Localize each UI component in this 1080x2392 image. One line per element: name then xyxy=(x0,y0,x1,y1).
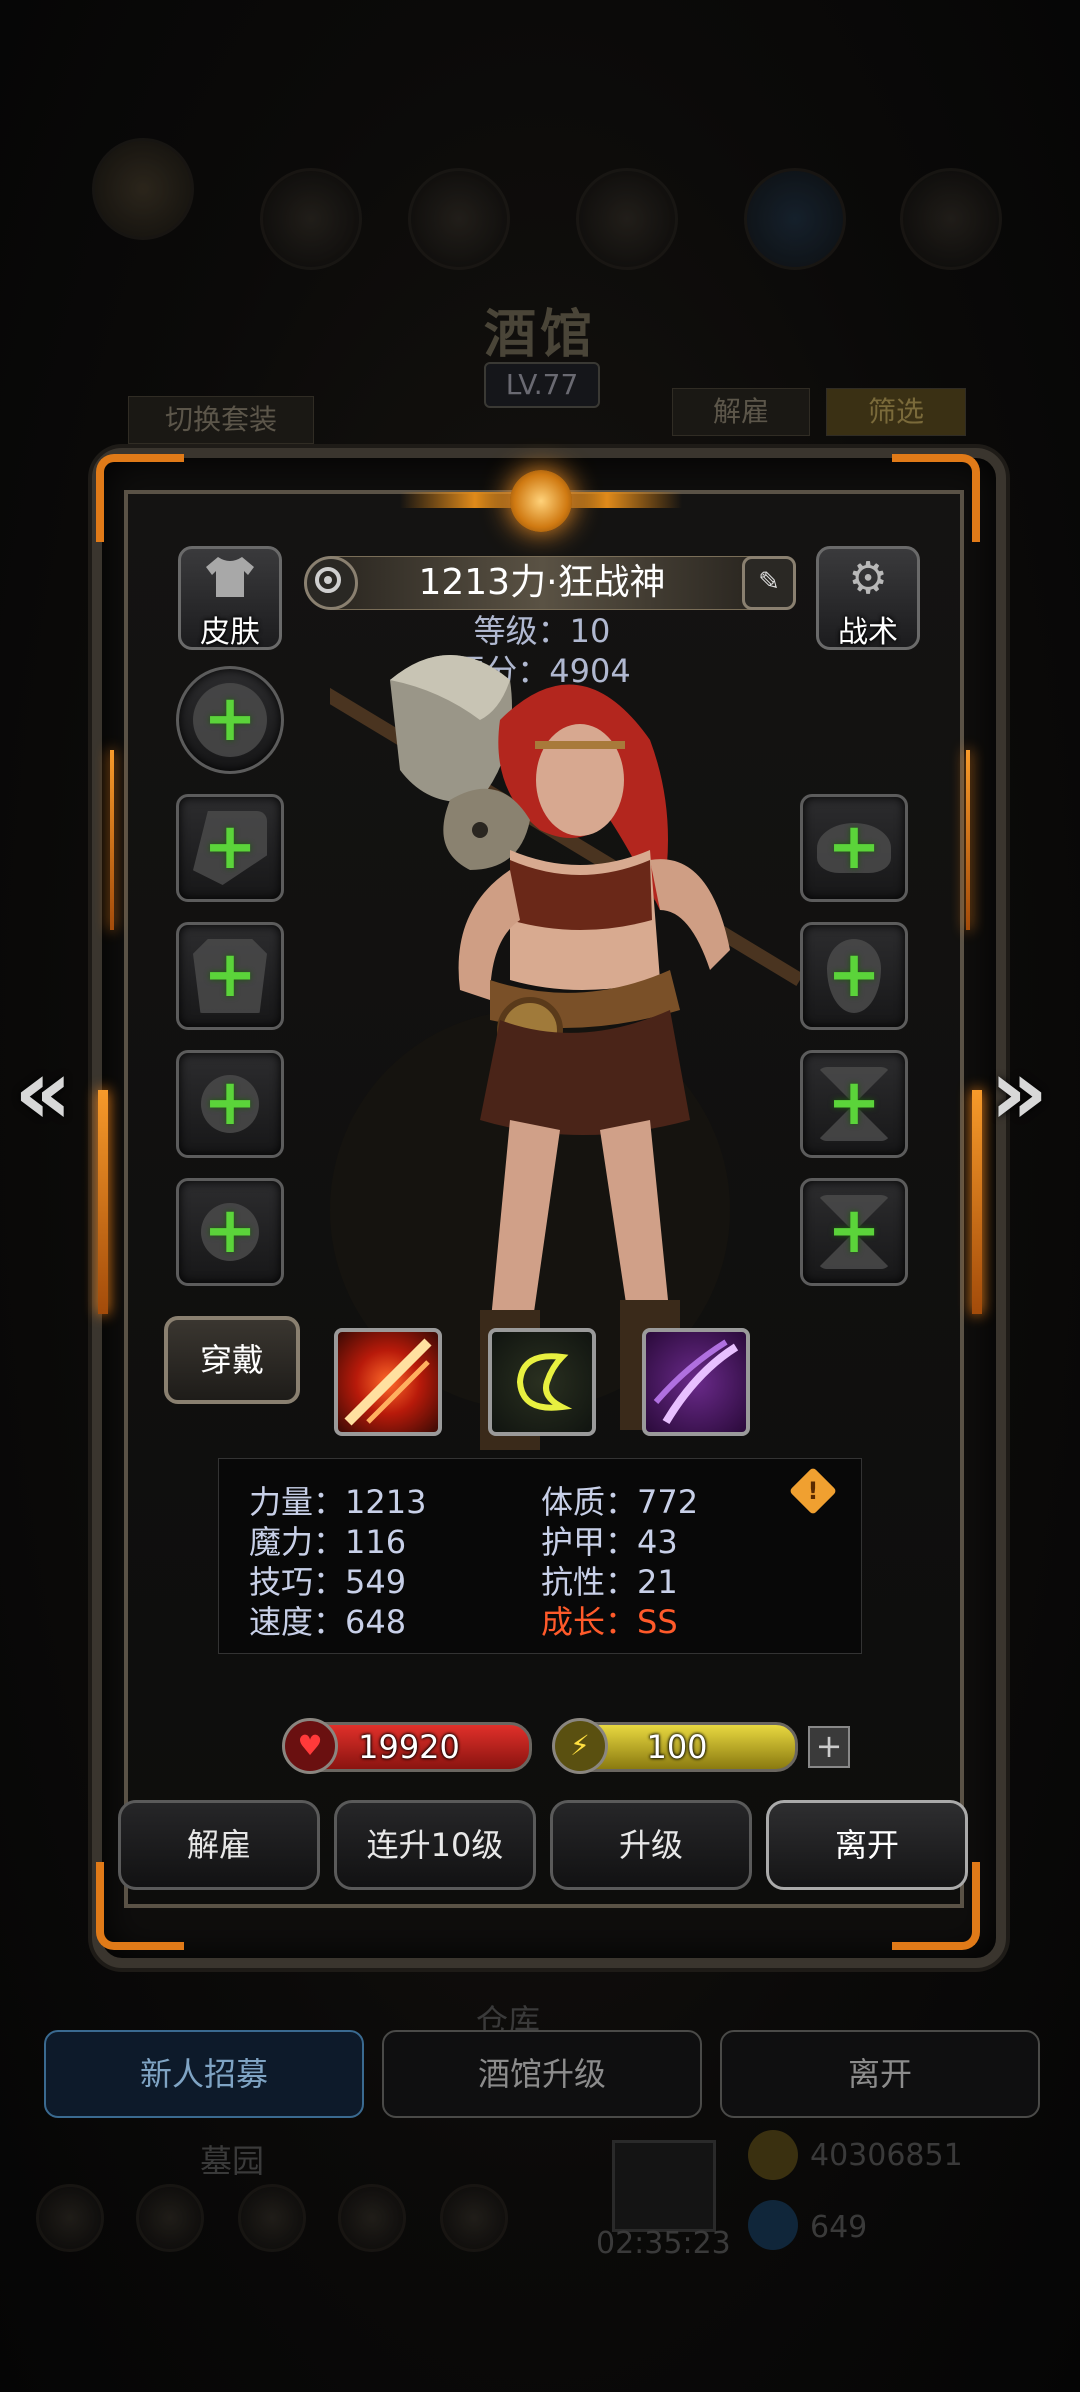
bg-timer-2: 02:35:23 xyxy=(596,2226,731,2261)
bg-hero-portrait xyxy=(92,138,194,240)
tab-leave[interactable]: 离开 xyxy=(720,2030,1040,2118)
level-up-10-button[interactable]: 连升10级 xyxy=(334,1800,536,1890)
heart-icon: ♥ xyxy=(282,1718,338,1774)
switch-outfit-button: 切换套装 xyxy=(128,396,314,444)
add-plus-icon: + xyxy=(203,1066,257,1140)
skin-label: 皮肤 xyxy=(200,615,260,650)
gold-amount: 40306851 xyxy=(810,2138,963,2173)
tavern-title: 酒馆 xyxy=(483,304,596,365)
slot-gem-2[interactable]: + xyxy=(800,1178,908,1286)
skill-whirl-icon[interactable] xyxy=(488,1328,596,1436)
skin-button[interactable]: 皮肤 xyxy=(178,546,282,650)
warning-icon: ! xyxy=(807,1477,819,1505)
frame-glow xyxy=(98,1090,108,1314)
bg-hero-portrait xyxy=(260,168,362,270)
gold-coin-icon xyxy=(748,2130,798,2180)
menu-icon xyxy=(136,2184,204,2252)
attr-speed: 速度：648 xyxy=(249,1603,407,1641)
attribute-panel: 力量：1213 体质：772 魔力：116 护甲：43 技巧：549 抗性：21… xyxy=(218,1458,862,1654)
skill-slash-icon[interactable] xyxy=(334,1328,442,1436)
gear-icon: ⚙ xyxy=(848,553,888,604)
tactics-button[interactable]: ⚙ 战术 xyxy=(816,546,920,650)
equip-button[interactable]: 穿戴 xyxy=(164,1316,300,1404)
tactics-label: 战术 xyxy=(838,615,898,650)
slot-armor[interactable]: + xyxy=(176,922,284,1030)
frame-glow xyxy=(110,750,114,930)
attr-growth: 成长：SS xyxy=(541,1603,678,1641)
bg-hero-portrait xyxy=(900,168,1002,270)
gift-icon xyxy=(612,2140,716,2232)
menu-icon xyxy=(440,2184,508,2252)
leave-button[interactable]: 离开 xyxy=(766,1800,968,1890)
slot-ring-2[interactable]: + xyxy=(176,1178,284,1286)
add-plus-icon: + xyxy=(827,810,881,884)
upgrade-button[interactable]: 升级 xyxy=(550,1800,752,1890)
add-plus-icon: + xyxy=(203,682,257,756)
hero-name: 1213力·狂战神 xyxy=(330,556,754,610)
slot-ring-1[interactable]: + xyxy=(176,1050,284,1158)
bolt-icon: ⚡ xyxy=(552,1718,608,1774)
slot-helmet[interactable]: + xyxy=(800,794,908,902)
gem-icon xyxy=(748,2200,798,2250)
add-plus-icon: + xyxy=(827,1066,881,1140)
add-plus-icon: + xyxy=(203,938,257,1012)
skill-claw-icon[interactable] xyxy=(642,1328,750,1436)
next-hero-arrow-icon[interactable]: » xyxy=(990,1040,1048,1145)
bg-hero-portrait xyxy=(744,168,846,270)
skin-shirt-icon xyxy=(181,553,279,612)
emblem-icon xyxy=(510,470,572,532)
menu-icon xyxy=(238,2184,306,2252)
add-plus-icon: + xyxy=(203,810,257,884)
menu-icon xyxy=(36,2184,104,2252)
frame-corner xyxy=(96,454,184,542)
add-plus-icon: + xyxy=(827,1194,881,1268)
rename-edit-icon[interactable]: ✎ xyxy=(742,556,796,610)
tab-tavern-upgrade[interactable]: 酒馆升级 xyxy=(382,2030,702,2118)
slot-amulet[interactable]: + xyxy=(800,922,908,1030)
bg-hero-portrait xyxy=(576,168,678,270)
frame-glow xyxy=(972,1090,982,1314)
slot-weapon[interactable]: + xyxy=(176,794,284,902)
frame-glow xyxy=(966,750,970,930)
add-plus-icon: + xyxy=(203,1194,257,1268)
add-plus-icon: + xyxy=(827,938,881,1012)
tab-recruit[interactable]: 新人招募 xyxy=(44,2030,364,2118)
dismiss-hero-button[interactable]: 解雇 xyxy=(118,1800,320,1890)
add-energy-button[interactable]: + xyxy=(808,1726,850,1768)
bg-dismiss-button: 解雇 xyxy=(672,388,810,436)
bg-hero-portrait xyxy=(408,168,510,270)
frame-corner xyxy=(892,454,980,542)
tavern-level-badge: LV.77 xyxy=(484,362,600,408)
slot-gem-1[interactable]: + xyxy=(800,1050,908,1158)
menu-icon xyxy=(338,2184,406,2252)
hero-class-icon[interactable] xyxy=(304,556,358,610)
slot-shield[interactable]: + xyxy=(176,666,284,774)
cemetery-label: 墓园 xyxy=(200,2142,265,2180)
prev-hero-arrow-icon[interactable]: « xyxy=(14,1040,72,1145)
gem-amount: 649 xyxy=(810,2210,868,2245)
filter-button: 筛选 xyxy=(826,388,966,436)
